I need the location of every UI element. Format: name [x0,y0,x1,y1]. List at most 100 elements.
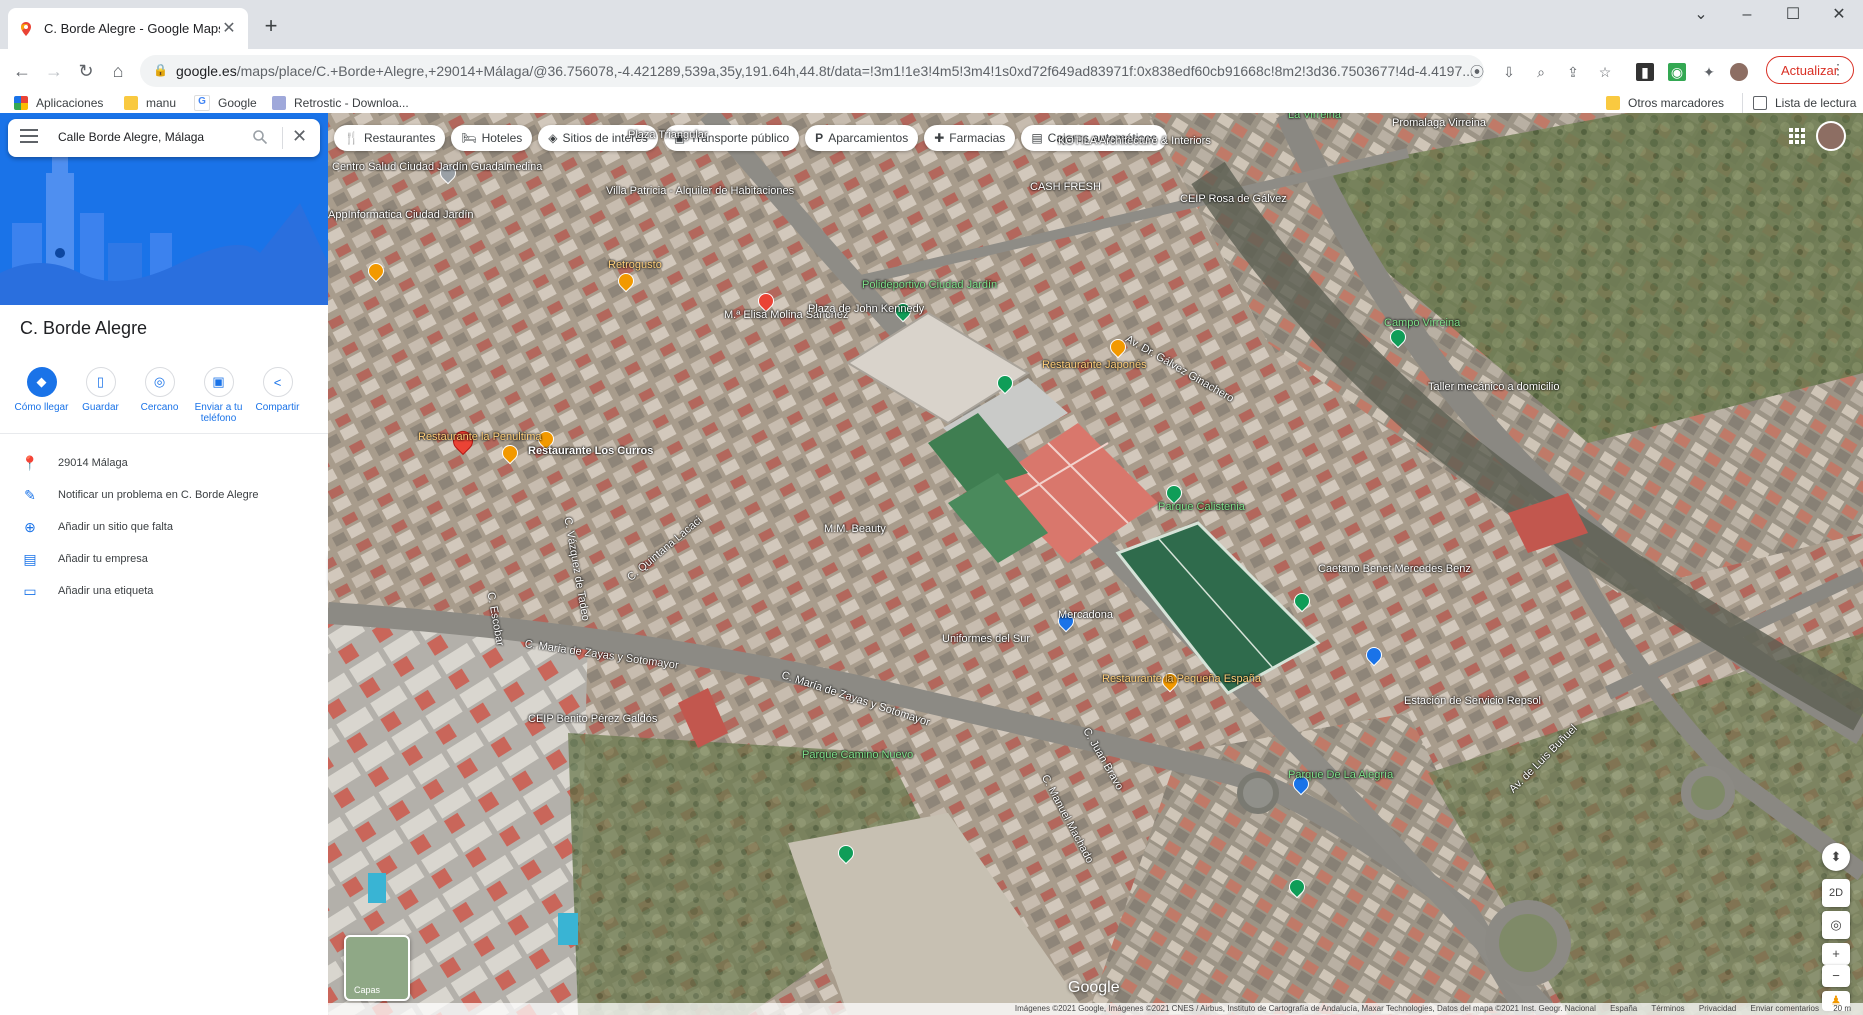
pharmacy-icon: ✚ [934,131,945,145]
map-label[interactable]: Parque Calistenia [1158,501,1245,513]
close-tab-icon[interactable]: ✕ [220,20,238,38]
reading-list[interactable]: Lista de lectura [1742,93,1856,113]
map-label[interactable]: M.M. Beauty [824,523,886,535]
bookmark-star-icon[interactable]: ☆ [1596,63,1614,81]
map-label[interactable]: Parque De La Alegría [1288,769,1393,781]
map-label[interactable]: Caetano Benet Mercedes Benz [1318,563,1471,575]
google-apps-icon[interactable] [1788,127,1806,145]
add-label-text: Añadir una etiqueta [58,585,154,597]
map-label[interactable]: Restaurante Japonés [1042,359,1147,371]
chip-hotels[interactable]: 🛏 Hoteles [451,125,533,151]
send-to-phone-button[interactable]: ▣ Enviar a tu teléfono [189,367,248,424]
home-icon[interactable]: ⌂ [104,57,132,85]
google-maps-icon [21,21,31,36]
forward-arrow-icon[interactable]: → [40,57,68,85]
update-button[interactable]: Actualizar ⋮ [1766,56,1854,84]
minimize-icon[interactable]: – [1724,0,1770,30]
map-label[interactable]: Estación de Servicio Repsol [1404,695,1541,707]
back-arrow-icon[interactable]: ← [8,57,36,85]
map-label[interactable]: KOTILA Architecture & Interiors [1058,135,1211,147]
chip-restaurants[interactable]: 🍴 Restaurantes [334,125,446,151]
map-label[interactable]: Taller mecánico a domicilio [1428,381,1559,393]
address-bar[interactable]: 🔒 google.es/maps/place/C.+Borde+Alegre,+… [140,55,1484,87]
map-label[interactable]: CEIP Benito Pérez Galdós [528,713,657,725]
map-label[interactable]: AppInformatica Ciudad Jardín [328,209,474,221]
map-label[interactable]: Villa Patricia - Alquiler de Habitacione… [606,185,794,197]
map-label[interactable]: Restaurante la Penultima [418,431,542,443]
maximize-icon[interactable]: ☐ [1770,0,1816,30]
search-box[interactable]: Calle Borde Alegre, Málaga ✕ [8,119,320,157]
bookmark-manu[interactable]: manu [124,93,176,113]
map-label[interactable]: Centro Salud Ciudad Jardín Guadalmedina [332,161,542,173]
bookmark-google[interactable]: G Google [194,93,257,113]
map-label[interactable]: Promalaga Virreina [1392,117,1486,129]
more-menu-icon[interactable]: ⋮ [1831,61,1845,78]
map-label[interactable]: Parque Camino Nuevo [802,749,913,761]
add-location-icon: ⊕ [24,518,36,535]
account-avatar[interactable] [1816,121,1846,151]
attribution-country-link[interactable]: España [1610,1004,1637,1013]
map-label[interactable]: CASH FRESH [1030,181,1101,193]
bookmark-manu-label: manu [146,96,177,110]
tab-search-icon[interactable]: ⌄ [1678,0,1724,30]
extension-green-icon[interactable]: ◉ [1668,63,1686,81]
profile-avatar[interactable] [1730,63,1748,81]
toggle-2d-button[interactable]: 2D [1822,879,1850,907]
map-label[interactable]: Restaurante Los Curros [528,445,653,457]
map-label[interactable]: Polideportivo Ciudad Jardín [862,279,997,291]
share-icon[interactable]: ⇪ [1564,63,1582,81]
search-input[interactable]: Calle Borde Alegre, Málaga [58,130,204,144]
bookmark-apps[interactable]: Aplicaciones [14,93,103,113]
map-label[interactable]: Plaza de John Kennedy [808,303,924,315]
zoom-icon[interactable]: ⌕ [1532,63,1550,81]
extension-icon[interactable]: ▮ [1636,63,1654,81]
divider [0,433,328,434]
hamburger-menu-icon[interactable] [20,129,38,143]
map-label[interactable]: Retrogusto [608,259,662,271]
my-location-icon[interactable]: ◎ [1822,911,1850,939]
satellite-map[interactable]: 🍴 Restaurantes 🛏 Hoteles ◈ Sitios de interé… [328,113,1863,1015]
location-icon[interactable]: ⦿ [1468,63,1486,81]
zoom-in-button[interactable]: + [1822,943,1850,965]
send-feedback-link[interactable]: Enviar comentarios [1750,1004,1818,1013]
extensions-puzzle-icon[interactable]: ✦ [1700,63,1718,81]
add-place-row[interactable]: ⊕ Añadir un sitio que falta [0,512,328,542]
bookmark-others[interactable]: Otros marcadores [1606,93,1724,113]
install-app-icon[interactable]: ⇩ [1500,63,1518,81]
compass-icon[interactable]: ⬍ [1822,843,1850,871]
add-business-row[interactable]: ▤ Añadir tu empresa [0,544,328,574]
browser-tab[interactable]: C. Borde Alegre - Google Maps ✕ [8,8,248,49]
map-label[interactable]: Uniformes del Sur [942,633,1030,645]
chip-pharmacies[interactable]: ✚ Farmacias [924,125,1016,151]
report-problem-row[interactable]: ✎ Notificar un problema en C. Borde Aleg… [0,480,328,510]
directions-button[interactable]: ◆ Cómo llegar [12,367,71,424]
address-row[interactable]: 📍 29014 Málaga [0,448,328,478]
zoom-out-button[interactable]: − [1822,965,1850,987]
clear-search-icon[interactable]: ✕ [292,126,307,147]
chip-restaurants-label: Restaurantes [363,131,436,145]
lock-icon[interactable]: 🔒 [153,63,168,77]
reload-icon[interactable]: ↻ [72,57,100,85]
save-button[interactable]: ▯ Guardar [71,367,130,424]
share-button[interactable]: < Compartir [248,367,307,424]
map-label[interactable]: Plaza Triangular [628,129,708,141]
terms-link[interactable]: Términos [1651,1004,1684,1013]
retrostic-icon [272,96,286,110]
chip-parking[interactable]: P Aparcamientos [805,125,919,151]
map-label[interactable]: La Virreina [1288,113,1341,121]
action-buttons: ◆ Cómo llegar ▯ Guardar ◎ Cercano ▣ Envi… [12,367,316,424]
bookmark-apps-label: Aplicaciones [36,96,104,110]
add-label-row[interactable]: ▭ Añadir una etiqueta [0,576,328,606]
nearby-button[interactable]: ◎ Cercano [130,367,189,424]
bookmark-retrostic[interactable]: Retrostic - Downloa... [272,93,409,113]
map-label[interactable]: Restaurante la Pequeña España [1102,673,1261,685]
new-tab-icon[interactable]: + [258,14,284,40]
privacy-link[interactable]: Privacidad [1699,1004,1736,1013]
window-close-icon[interactable]: ✕ [1816,0,1862,30]
scale-bar[interactable]: 20 m [1833,1004,1851,1013]
map-label[interactable]: Mercadona [1058,609,1113,621]
search-icon[interactable] [252,129,268,145]
layers-button[interactable]: Capas [344,935,410,1001]
map-label[interactable]: Campo Virreina [1384,317,1460,329]
map-label[interactable]: CEIP Rosa de Gálvez [1180,193,1287,205]
